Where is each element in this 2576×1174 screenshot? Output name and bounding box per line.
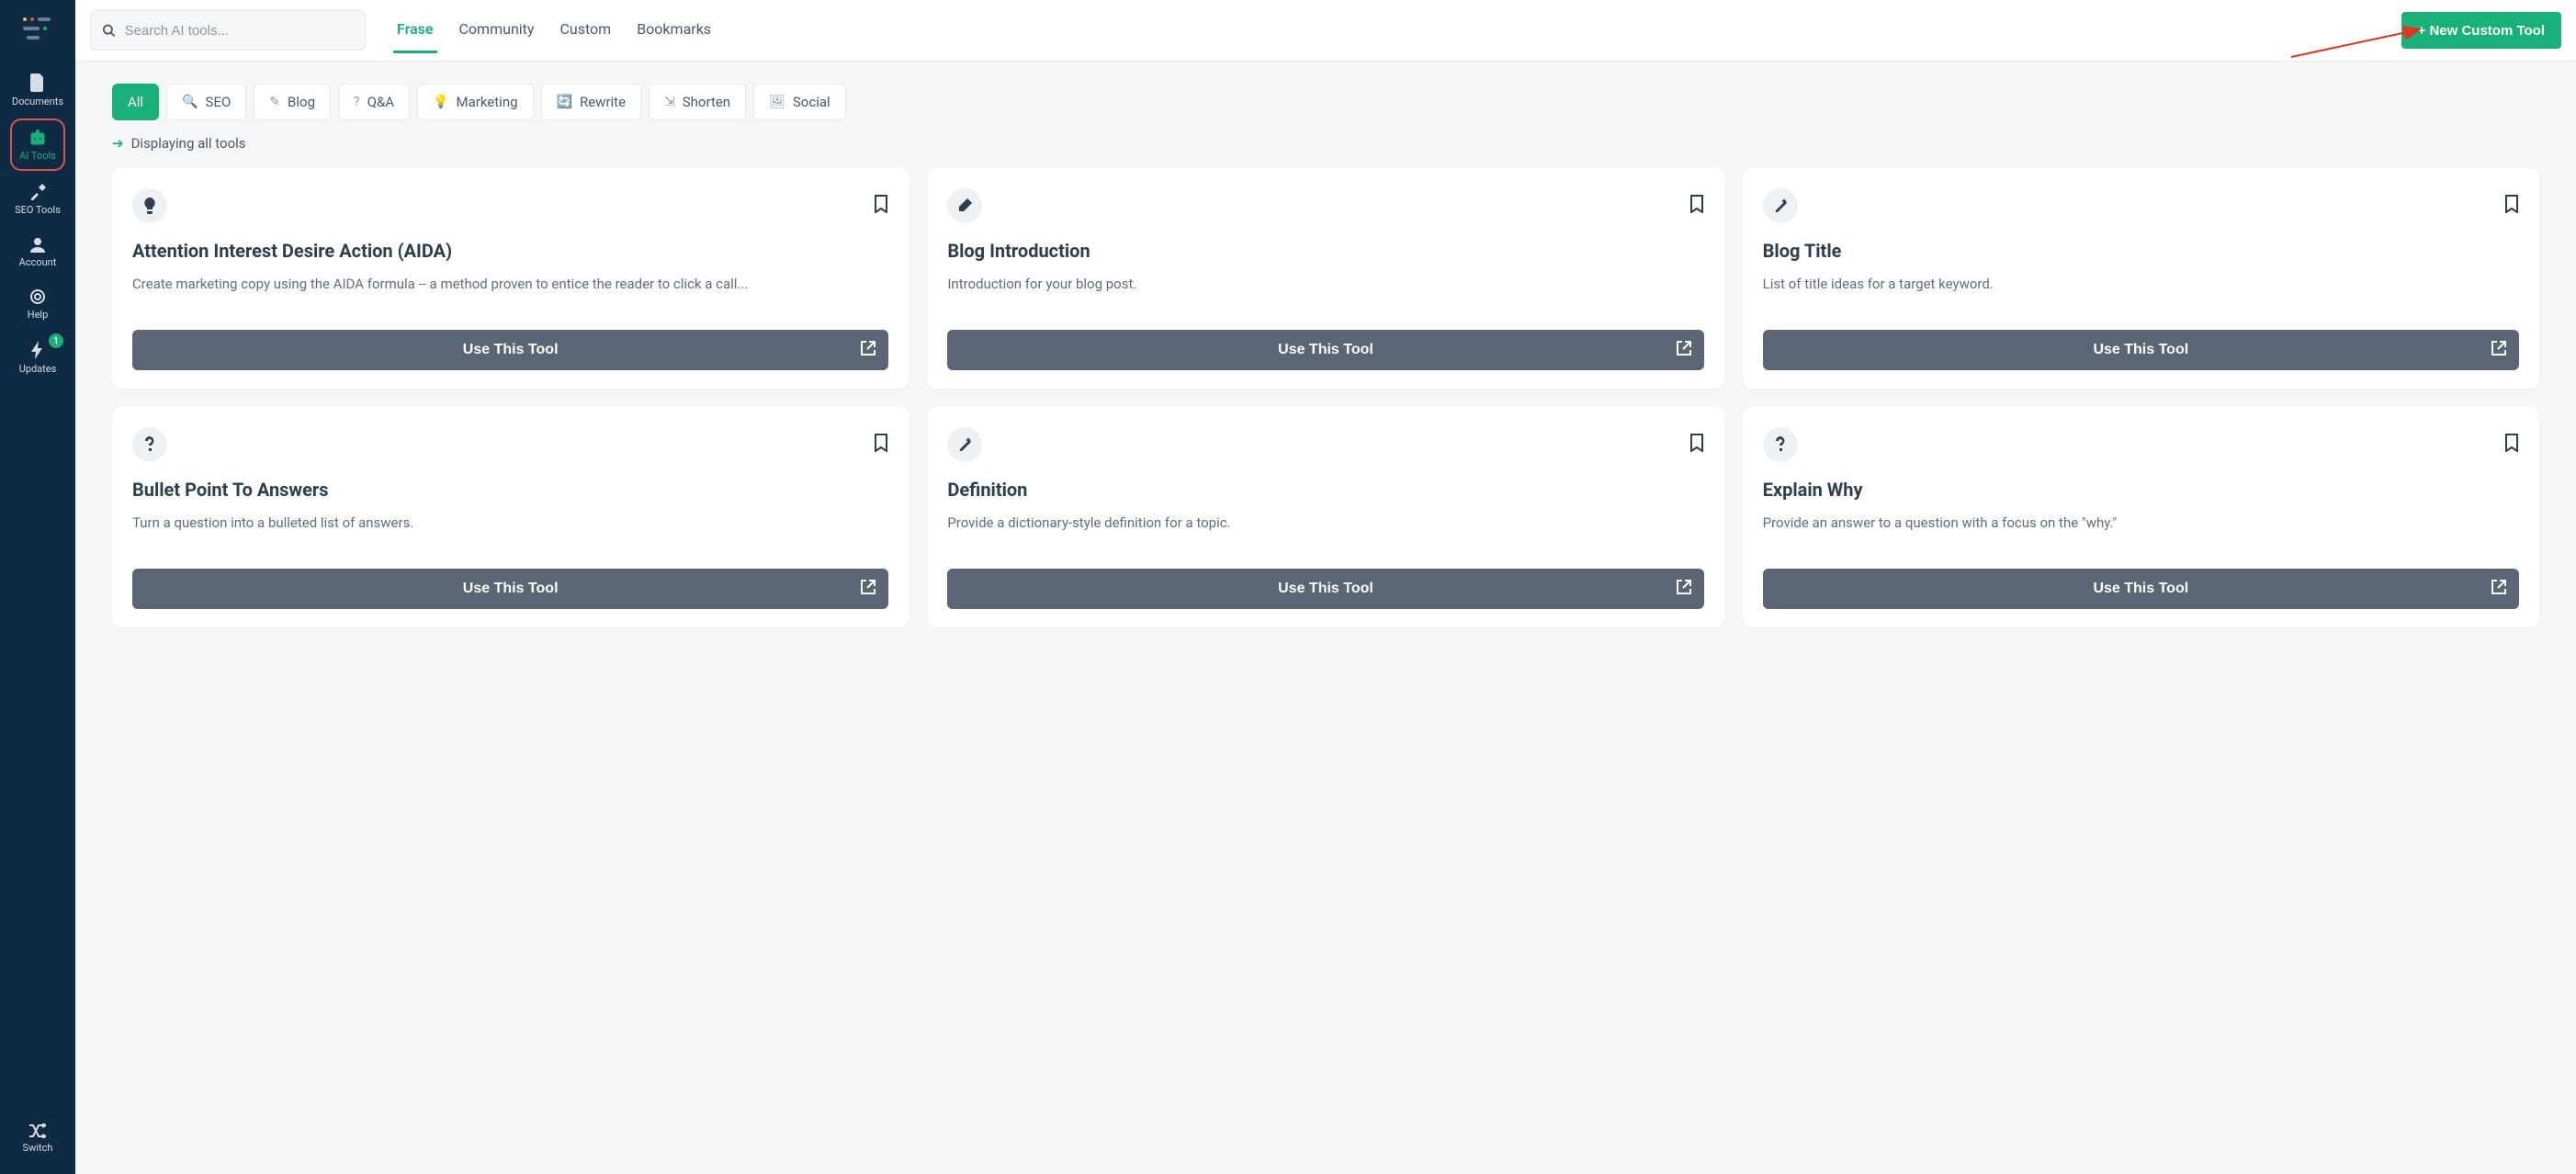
tool-title: Bullet Point To Answers: [132, 479, 888, 501]
source-tabs: Frase Community Custom Bookmarks: [393, 7, 715, 53]
tool-card: Attention Interest Desire Action (AIDA) …: [112, 168, 909, 389]
filter-chips: All 🔍SEO ✎Blog ?Q&A 💡Marketing 🔄Rewrite …: [75, 62, 2576, 130]
bookmark-icon[interactable]: [2504, 434, 2519, 456]
sidebar-item-label: Documents: [12, 96, 63, 107]
external-link-icon: [861, 341, 876, 360]
status-text: Displaying all tools: [131, 135, 246, 152]
use-tool-button[interactable]: Use This Tool: [1763, 569, 2519, 609]
tool-card: Blog Title List of title ideas for a tar…: [1743, 168, 2539, 389]
user-icon: [29, 236, 46, 253]
tool-title: Explain Why: [1763, 479, 2519, 501]
tab-community[interactable]: Community: [456, 7, 538, 53]
sidebar-item-switch[interactable]: Switch: [10, 1114, 65, 1161]
filter-blog[interactable]: ✎Blog: [254, 84, 331, 120]
search-icon: [102, 23, 116, 38]
tool-grid: Attention Interest Desire Action (AIDA) …: [75, 168, 2576, 664]
main-area: Frase Community Custom Bookmarks + New C…: [75, 0, 2576, 1174]
question-icon: [1763, 427, 1798, 462]
tool-card: Bullet Point To Answers Turn a question …: [112, 407, 909, 627]
tool-title: Definition: [947, 479, 1703, 501]
tool-title: Blog Title: [1763, 240, 2519, 262]
document-icon: [29, 73, 46, 92]
wand-icon: [1763, 188, 1798, 223]
sidebar-item-ai-tools[interactable]: AI Tools: [10, 119, 65, 171]
tool-description: Provide a dictionary-style definition fo…: [947, 514, 1703, 552]
pencil-icon: ✎: [269, 95, 280, 109]
tool-description: List of title ideas for a target keyword…: [1763, 275, 2519, 313]
external-link-icon: [1677, 580, 1691, 599]
wand-icon: [947, 427, 982, 462]
arrow-right-icon: ➔: [112, 135, 124, 152]
external-link-icon: [861, 580, 876, 599]
sidebar-item-label: AI Tools: [19, 150, 56, 162]
bookmark-icon[interactable]: [1689, 195, 1704, 217]
pencil-icon: [947, 188, 982, 223]
external-link-icon: [1677, 341, 1691, 360]
filter-shorten[interactable]: ⇲Shorten: [649, 84, 746, 120]
sidebar-item-seo-tools[interactable]: SEO Tools: [10, 175, 65, 223]
use-tool-button[interactable]: Use This Tool: [132, 330, 888, 370]
shuffle-icon: [29, 1123, 46, 1138]
new-custom-tool-button[interactable]: + New Custom Tool: [2401, 12, 2561, 49]
sidebar-item-label: Help: [28, 309, 49, 321]
sidebar-item-label: Account: [19, 256, 57, 268]
question-icon: ?: [354, 95, 360, 109]
search-box[interactable]: [90, 10, 366, 51]
use-tool-button[interactable]: Use This Tool: [947, 330, 1703, 370]
tab-custom[interactable]: Custom: [556, 7, 615, 53]
sidebar-item-updates[interactable]: 1 Updates: [10, 332, 65, 382]
tool-description: Create marketing copy using the AIDA for…: [132, 275, 888, 313]
filter-all[interactable]: All: [112, 84, 159, 120]
tool-card: Explain Why Provide an answer to a quest…: [1743, 407, 2539, 627]
sidebar: Documents AI Tools SEO Tools Account Hel…: [0, 0, 75, 1174]
status-line: ➔ Displaying all tools: [75, 130, 2576, 168]
external-link-icon: [2491, 341, 2506, 360]
tab-frase[interactable]: Frase: [393, 7, 437, 53]
tool-description: Turn a question into a bulleted list of …: [132, 514, 888, 552]
refresh-icon: 🔄: [557, 95, 572, 109]
updates-badge: 1: [49, 333, 63, 348]
use-tool-button[interactable]: Use This Tool: [1763, 330, 2519, 370]
bookmark-icon[interactable]: [874, 434, 888, 456]
compress-icon: ⇲: [664, 95, 675, 109]
tool-card: Blog Introduction Introduction for your …: [927, 168, 1723, 389]
use-tool-button[interactable]: Use This Tool: [947, 569, 1703, 609]
tab-bookmarks[interactable]: Bookmarks: [633, 7, 715, 53]
use-tool-button[interactable]: Use This Tool: [132, 569, 888, 609]
filter-rewrite[interactable]: 🔄Rewrite: [541, 84, 642, 120]
filter-seo[interactable]: 🔍SEO: [166, 84, 246, 120]
tool-title: Attention Interest Desire Action (AIDA): [132, 240, 888, 262]
lifebuoy-icon: [29, 288, 46, 305]
bolt-icon: [31, 341, 44, 359]
external-link-icon: [2491, 580, 2506, 599]
side-nav: Documents AI Tools SEO Tools Account Hel…: [0, 64, 75, 1114]
media-icon: 🖼: [769, 95, 785, 109]
question-icon: [132, 427, 167, 462]
bookmark-icon[interactable]: [2504, 195, 2519, 217]
filter-qna[interactable]: ?Q&A: [338, 84, 410, 120]
robot-icon: [28, 130, 47, 146]
bookmark-icon[interactable]: [874, 195, 888, 217]
tool-title: Blog Introduction: [947, 240, 1703, 262]
bulb-icon: [132, 188, 167, 223]
bookmark-icon[interactable]: [1689, 434, 1704, 456]
filter-marketing[interactable]: 💡Marketing: [417, 84, 533, 120]
sidebar-item-label: SEO Tools: [15, 204, 61, 216]
topbar: Frase Community Custom Bookmarks + New C…: [75, 0, 2576, 62]
sidebar-item-help[interactable]: Help: [10, 279, 65, 328]
tool-description: Provide an answer to a question with a f…: [1763, 514, 2519, 552]
sidebar-item-label: Switch: [23, 1142, 53, 1154]
bulb-icon: 💡: [433, 95, 448, 109]
sidebar-item-documents[interactable]: Documents: [10, 64, 65, 115]
filter-social[interactable]: 🖼Social: [753, 84, 846, 120]
tool-card: Definition Provide a dictionary-style de…: [927, 407, 1723, 627]
sidebar-item-account[interactable]: Account: [10, 227, 65, 276]
search-input[interactable]: [125, 23, 354, 39]
tool-description: Introduction for your blog post.: [947, 275, 1703, 313]
sidebar-item-label: Updates: [19, 363, 57, 375]
search-icon: 🔍: [182, 95, 198, 109]
app-logo: [19, 11, 56, 48]
tools-icon: [29, 184, 46, 200]
